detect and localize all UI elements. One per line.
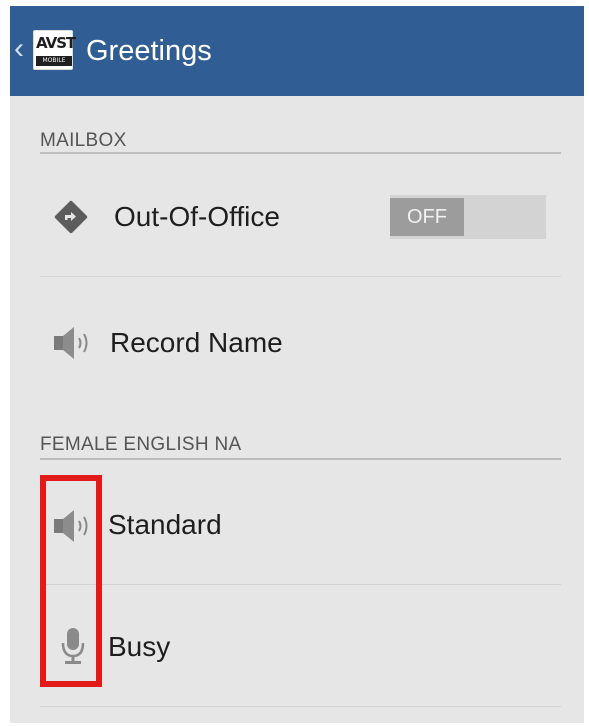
app-logo[interactable]: AVST MOBILE (33, 30, 76, 70)
out-of-office-label: Out-Of-Office (114, 201, 280, 232)
logo-text: AVST (36, 34, 76, 52)
section-rule (40, 458, 561, 460)
record-name-label: Record Name (110, 327, 283, 358)
standard-label: Standard (108, 509, 222, 540)
annotation-highlight-box (40, 475, 102, 687)
toggle-state-label: OFF (390, 198, 464, 236)
app-bar: ‹ AVST MOBILE Greetings (10, 6, 584, 96)
row-divider (40, 706, 561, 707)
section-header-female-english-na: FEMALE ENGLISH NA (40, 434, 242, 455)
logo-subtext: MOBILE (36, 56, 72, 66)
page-title: Greetings (86, 35, 212, 67)
out-of-office-toggle[interactable]: OFF (390, 195, 546, 239)
directions-icon (54, 200, 88, 234)
section-header-mailbox: MAILBOX (40, 130, 127, 151)
speaker-icon (54, 327, 88, 359)
greetings-screen: ‹ AVST MOBILE Greetings MAILBOX Out-Of-O… (10, 6, 584, 723)
row-divider (40, 584, 561, 585)
back-chevron-icon[interactable]: ‹ (14, 34, 24, 64)
busy-label: Busy (108, 631, 171, 662)
section-rule (40, 152, 561, 154)
row-divider (40, 276, 561, 277)
